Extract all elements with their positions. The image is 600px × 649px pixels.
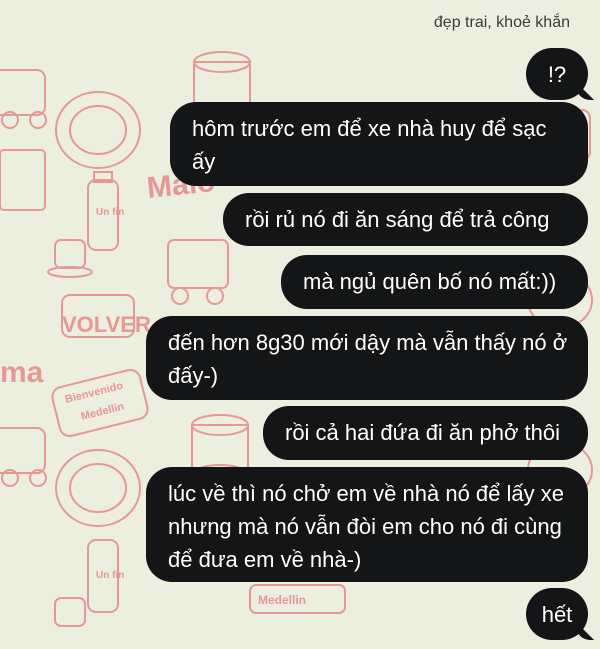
message-bubble[interactable]: đến hơn 8g30 mới dậy mà vẫn thấy nó ở đấ…: [146, 316, 588, 400]
message-bubble[interactable]: rồi rủ nó đi ăn sáng để trả công: [223, 193, 588, 246]
chat-thread: đẹp trai, khoẻ khắn !? hôm trước em để x…: [0, 0, 600, 649]
message-bubble[interactable]: !?: [526, 48, 588, 100]
message-bubble[interactable]: mà ngủ quên bố nó mất:)): [281, 255, 588, 309]
message-bubble[interactable]: hôm trước em để xe nhà huy để sạc ấy: [170, 102, 588, 186]
message-bubble[interactable]: rồi cả hai đứa đi ăn phở thôi: [263, 406, 588, 460]
previous-message-text: đẹp trai, khoẻ khắn: [433, 14, 570, 31]
message-bubble[interactable]: lúc về thì nó chở em về nhà nó để lấy xe…: [146, 467, 588, 582]
message-bubble[interactable]: hết: [526, 588, 588, 640]
